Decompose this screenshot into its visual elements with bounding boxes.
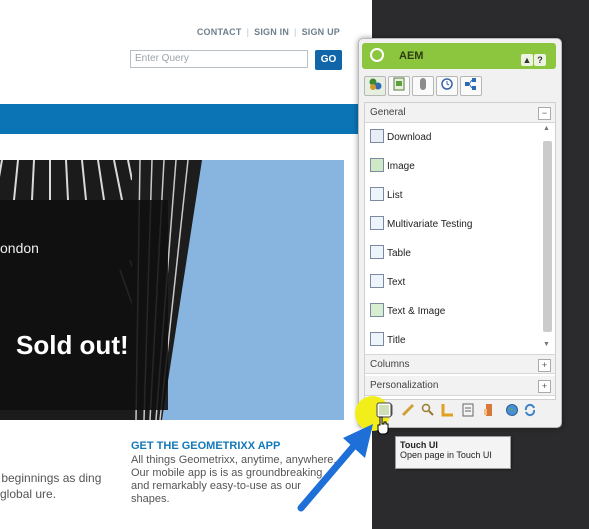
components-list[interactable]: General − Download Image List Multivaria… [364, 102, 556, 400]
multivariate-icon [370, 216, 384, 231]
component-label: Image [387, 161, 415, 172]
component-text-image[interactable]: Text & Image [370, 301, 535, 323]
collapse-button[interactable]: ▲ [521, 54, 533, 66]
collapse-general-button[interactable]: − [538, 107, 551, 120]
group-columns[interactable]: Columns + [365, 354, 555, 374]
download-icon [370, 129, 384, 144]
component-image[interactable]: Image [370, 156, 535, 178]
page-icon [393, 77, 405, 91]
page-tab[interactable] [388, 76, 410, 96]
expand-personalization-button[interactable]: + [538, 380, 551, 393]
clock-icon [441, 78, 453, 90]
list-icon [370, 187, 384, 202]
component-multivariate-testing[interactable]: Multivariate Testing [370, 214, 535, 236]
go-button[interactable]: GO [315, 50, 342, 70]
document-icon[interactable] [461, 403, 475, 417]
components-icon [369, 78, 382, 90]
group-columns-label: Columns [370, 359, 410, 370]
blue-nav-bar [0, 104, 372, 134]
component-table[interactable]: Table [370, 243, 535, 265]
scroll-thumb[interactable] [543, 141, 552, 332]
group-personalization[interactable]: Personalization + [365, 376, 555, 396]
search-input[interactable]: Enter Query [130, 50, 308, 68]
component-label: Download [387, 132, 432, 143]
sidekick-title: AEM [399, 50, 424, 62]
hero-tagline: Sold out! [16, 330, 129, 360]
component-label: List [387, 190, 403, 201]
header-buttons: ▲? [520, 50, 550, 66]
edit-icon[interactable] [401, 403, 415, 417]
workflow-tab[interactable] [460, 76, 482, 96]
search-icon[interactable] [421, 403, 435, 417]
component-label: Text [387, 277, 406, 288]
hero-city-text: ondon [0, 240, 39, 256]
app-promo-title[interactable]: GET THE GEOMETRIXX APP [131, 440, 280, 452]
group-general[interactable]: General − [365, 103, 555, 123]
aem-sidekick[interactable]: AEM ▲? General − Download Image List Mul… [358, 38, 562, 428]
components-tab[interactable] [364, 76, 386, 96]
image-icon [370, 158, 384, 173]
hand-cursor-icon [377, 416, 389, 435]
sidekick-header[interactable]: AEM ▲? [362, 43, 556, 69]
component-list[interactable]: List [370, 185, 535, 207]
top-nav: CONTACT | SIGN IN | SIGN UP [196, 27, 340, 37]
expand-columns-button[interactable]: + [538, 359, 551, 372]
information-tab[interactable] [412, 76, 434, 96]
properties-icon[interactable] [481, 403, 495, 417]
component-label: Multivariate Testing [387, 219, 473, 230]
group-personalization-label: Personalization [370, 380, 439, 391]
workflow-icon [465, 78, 476, 90]
component-text[interactable]: Text [370, 272, 535, 294]
hero-overlay [0, 200, 168, 410]
nav-signup-link[interactable]: SIGN UP [302, 27, 340, 37]
component-download[interactable]: Download [370, 127, 535, 149]
aem-logo-icon [370, 48, 384, 62]
component-title[interactable]: Title [370, 330, 535, 352]
text-icon [370, 274, 384, 289]
component-label: Text & Image [387, 306, 446, 317]
annotation-arrow [297, 424, 373, 512]
globe-icon[interactable] [505, 403, 519, 417]
help-button[interactable]: ? [534, 54, 546, 66]
tooltip-text: Open page in Touch UI [400, 450, 492, 460]
components-scrollbar[interactable]: ▲ ▼ [542, 123, 553, 353]
text-image-icon [370, 303, 384, 318]
nav-contact-link[interactable]: CONTACT [197, 27, 242, 37]
component-label: Title [387, 335, 406, 346]
group-general-label: General [370, 107, 406, 118]
title-icon [370, 332, 384, 347]
information-icon [420, 78, 426, 90]
nav-signin-link[interactable]: SIGN IN [254, 27, 289, 37]
versioning-tab[interactable] [436, 76, 458, 96]
table-icon [370, 245, 384, 260]
intro-text: r beginnings as ding global ure. [0, 471, 102, 501]
scroll-up-icon[interactable]: ▲ [543, 125, 550, 132]
refresh-icon[interactable] [523, 403, 537, 417]
sidekick-tabs [364, 76, 554, 98]
tooltip-title: Touch UI [400, 440, 438, 450]
scroll-down-icon[interactable]: ▼ [543, 341, 550, 348]
hero-banner[interactable]: ondon Sold out! [0, 160, 344, 420]
touch-ui-tooltip: Touch UI Open page in Touch UI [395, 436, 511, 469]
ruler-icon[interactable] [441, 403, 455, 417]
component-label: Table [387, 248, 411, 259]
